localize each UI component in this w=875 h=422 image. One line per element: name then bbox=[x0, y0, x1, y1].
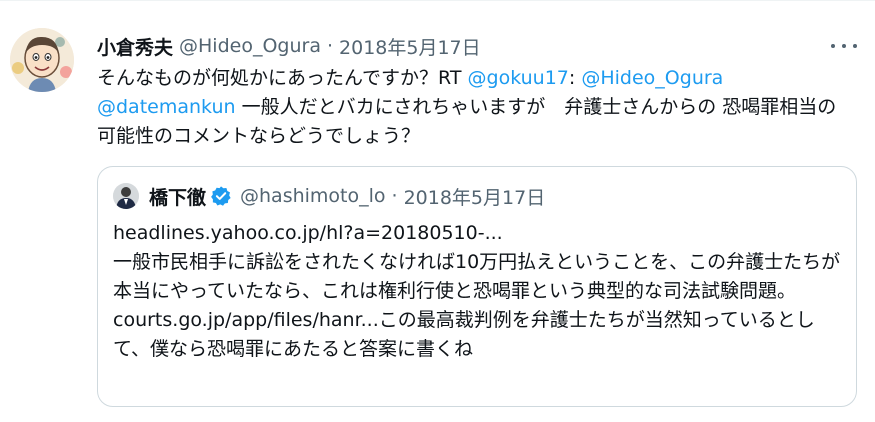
quoted-link-text: headlines.yahoo.co.jp/hl?a=20180510-... bbox=[113, 222, 503, 244]
header-separator: · bbox=[326, 35, 334, 57]
mention-link[interactable]: @datemankun bbox=[97, 96, 236, 118]
author-handle[interactable]: @Hideo_Ogura bbox=[179, 35, 321, 57]
verified-badge-icon bbox=[211, 186, 231, 206]
tweet-header: 小倉秀夫 @Hideo_Ogura · 2018年5月17日 bbox=[97, 33, 481, 59]
author-avatar[interactable] bbox=[10, 28, 74, 92]
quoted-body-text: 一般市民相手に訴訟をされたくなければ10万円払えということを、この弁護士たちが本… bbox=[113, 251, 841, 360]
more-options-icon[interactable] bbox=[831, 36, 857, 56]
tweet-text: そんなものが何処かにあったんですか？RT @gokuu17: @Hideo_Og… bbox=[97, 64, 837, 151]
quoted-header-separator: · bbox=[391, 185, 398, 207]
quoted-author-name: 橋下徹 bbox=[149, 186, 207, 209]
quoted-tweet-card[interactable]: 橋下徹 @hashimoto_lo · 2018年5月17日 headlines… bbox=[97, 166, 857, 407]
mention-link[interactable]: @gokuu17 bbox=[468, 67, 569, 89]
mention-link[interactable]: @Hideo_Ogura bbox=[581, 67, 723, 89]
quoted-author-avatar bbox=[113, 183, 139, 209]
quoted-author-handle: @hashimoto_lo bbox=[240, 185, 386, 207]
tweet-text-part-1: そんなものが何処かにあったんですか？RT bbox=[97, 67, 468, 89]
quoted-tweet-text: headlines.yahoo.co.jp/hl?a=20180510-... 一… bbox=[113, 219, 841, 364]
quoted-tweet-header: 橋下徹 @hashimoto_lo · 2018年5月17日 bbox=[113, 181, 545, 211]
tweet-text-part-2: : bbox=[568, 67, 582, 89]
tweet-date[interactable]: 2018年5月17日 bbox=[339, 33, 481, 60]
top-divider bbox=[0, 0, 875, 1]
quoted-tweet-date: 2018年5月17日 bbox=[403, 186, 546, 209]
author-name[interactable]: 小倉秀夫 bbox=[97, 33, 173, 60]
